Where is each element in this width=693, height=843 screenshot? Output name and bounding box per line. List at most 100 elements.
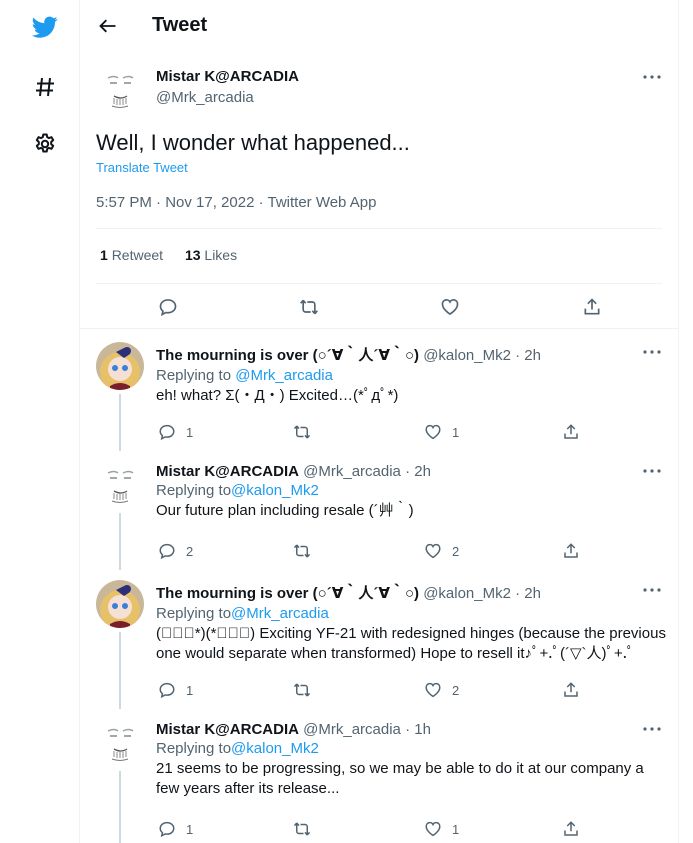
reply-tweet[interactable]: Mistar K@ARCADIA @Mrk_arcadia · 1h Replyi… bbox=[80, 707, 678, 843]
avatar-sketch-image bbox=[96, 719, 144, 767]
author-name[interactable]: The mourning is over (○´∀｀人´∀｀○) bbox=[156, 347, 419, 364]
retweet-button[interactable] bbox=[298, 295, 320, 319]
thread-line bbox=[119, 513, 121, 570]
reply-count: 1 bbox=[186, 424, 194, 440]
avatar-doll-image bbox=[96, 580, 144, 628]
reply-header: The mourning is over (○´∀｀人´∀｀○) @kalon_… bbox=[156, 344, 666, 365]
replying-prefix: Replying to bbox=[156, 740, 232, 757]
share-icon bbox=[564, 424, 578, 439]
share-icon bbox=[564, 682, 578, 697]
share-button[interactable] bbox=[562, 678, 580, 702]
reply-count: 2 bbox=[186, 543, 194, 559]
replying-to-link[interactable]: @kalon_Mk2 bbox=[231, 740, 319, 757]
share-button[interactable] bbox=[582, 295, 602, 319]
replying-to-link[interactable]: @Mrk_arcadia bbox=[231, 605, 329, 622]
like-icon bbox=[425, 424, 441, 440]
avatar[interactable] bbox=[96, 580, 144, 628]
likes-stat[interactable]: 13 Likes bbox=[185, 247, 237, 263]
reply-button[interactable]: 1 bbox=[158, 678, 193, 702]
share-button[interactable] bbox=[562, 420, 580, 444]
share-icon bbox=[584, 298, 600, 315]
replying-to-link[interactable]: @kalon_Mk2 bbox=[231, 482, 319, 499]
like-button[interactable] bbox=[440, 295, 460, 319]
like-button[interactable]: 2 bbox=[424, 678, 459, 702]
divider bbox=[96, 228, 662, 229]
translate-tweet-link[interactable]: Translate Tweet bbox=[96, 160, 188, 175]
like-count: 2 bbox=[452, 682, 460, 698]
author-handle-time[interactable]: @kalon_Mk2 · 2h bbox=[423, 347, 541, 364]
explore-button[interactable] bbox=[28, 70, 62, 104]
like-count: 1 bbox=[452, 424, 460, 440]
retweet-icon bbox=[293, 822, 311, 836]
replying-prefix: Replying to bbox=[156, 605, 232, 622]
retweet-icon bbox=[293, 683, 311, 697]
replying-to: Replying to@kalon_Mk2 bbox=[156, 482, 666, 499]
reply-button[interactable]: 2 bbox=[158, 539, 193, 563]
reply-count: 1 bbox=[186, 682, 194, 698]
reply-tweet[interactable]: The mourning is over (○´∀｀人´∀｀○) @kalon_… bbox=[80, 330, 678, 451]
author-handle-time[interactable]: @Mrk_arcadia · 2h bbox=[303, 463, 431, 480]
replying-prefix: Replying to bbox=[156, 367, 232, 384]
reply-text: Our future plan including resale (´艸｀) bbox=[156, 502, 414, 519]
more-button[interactable] bbox=[640, 65, 664, 89]
reply-button[interactable] bbox=[158, 295, 178, 319]
author-handle[interactable]: @Mrk_arcadia bbox=[156, 89, 299, 106]
retweet-button[interactable] bbox=[292, 539, 322, 563]
reply-button[interactable]: 1 bbox=[158, 420, 193, 444]
like-button[interactable]: 1 bbox=[424, 817, 459, 841]
reply-icon bbox=[159, 821, 175, 838]
avatar[interactable] bbox=[96, 719, 144, 767]
retweet-button[interactable] bbox=[292, 817, 322, 841]
reply-button[interactable]: 1 bbox=[158, 817, 193, 841]
thread-line bbox=[119, 771, 121, 843]
main-actions bbox=[80, 292, 678, 332]
author-name[interactable]: Mistar K@ARCADIA bbox=[156, 721, 299, 738]
retweets-stat[interactable]: 1 Retweet bbox=[100, 247, 163, 263]
like-button[interactable]: 2 bbox=[424, 539, 459, 563]
retweet-button[interactable] bbox=[292, 678, 322, 702]
page-title: Tweet bbox=[152, 14, 208, 36]
author-name[interactable]: Mistar K@ARCADIA bbox=[156, 463, 299, 480]
author-name[interactable]: The mourning is over (○´∀｀人´∀｀○) bbox=[156, 585, 419, 602]
retweet-icon bbox=[300, 299, 318, 315]
share-button[interactable] bbox=[562, 817, 580, 841]
replying-prefix: Replying to bbox=[156, 482, 232, 499]
twitter-home-button[interactable] bbox=[28, 10, 62, 44]
avatar[interactable] bbox=[96, 66, 144, 114]
replying-to: Replying to @Mrk_arcadia bbox=[156, 367, 666, 384]
column-border bbox=[678, 0, 679, 843]
author-handle-time[interactable]: @kalon_Mk2 · 2h bbox=[423, 585, 541, 602]
reply-header: The mourning is over (○´∀｀人´∀｀○) @kalon_… bbox=[156, 582, 666, 603]
tweet-meta[interactable]: 5:57 PM · Nov 17, 2022 · Twitter Web App bbox=[96, 194, 376, 211]
reply-tweet[interactable]: The mourning is over (○´∀｀人´∀｀○) @kalon_… bbox=[80, 568, 678, 709]
reply-text: 21 seems to be progressing, so we may be… bbox=[156, 760, 644, 797]
reply-tweet[interactable]: Mistar K@ARCADIA @Mrk_arcadia · 2h Replyi… bbox=[80, 449, 678, 570]
reply-text: (ﾟ∀ﾟ*)(*ﾟ∀ﾟ) Exciting YF-21 with redesig… bbox=[156, 625, 666, 662]
back-button[interactable] bbox=[94, 12, 122, 40]
replying-to-link[interactable]: @Mrk_arcadia bbox=[235, 367, 333, 384]
retweet-button[interactable] bbox=[292, 420, 322, 444]
like-button[interactable]: 1 bbox=[424, 420, 459, 444]
back-arrow-icon bbox=[99, 19, 116, 33]
share-button[interactable] bbox=[562, 539, 580, 563]
author-handle-time[interactable]: @Mrk_arcadia · 1h bbox=[303, 721, 431, 738]
share-icon bbox=[564, 543, 578, 558]
sidebar bbox=[0, 0, 80, 843]
avatar[interactable] bbox=[96, 342, 144, 390]
avatar[interactable] bbox=[96, 461, 144, 509]
like-icon bbox=[425, 821, 441, 837]
like-count: 2 bbox=[452, 543, 460, 559]
gear-icon bbox=[35, 133, 55, 153]
retweet-icon bbox=[293, 425, 311, 439]
avatar-sketch-image bbox=[96, 461, 144, 509]
reply-header: Mistar K@ARCADIA @Mrk_arcadia · 1h bbox=[156, 721, 666, 738]
more-icon bbox=[643, 75, 661, 79]
reply-header: Mistar K@ARCADIA @Mrk_arcadia · 2h bbox=[156, 463, 666, 480]
author-name[interactable]: Mistar K@ARCADIA bbox=[156, 68, 299, 85]
reply-icon bbox=[159, 424, 175, 441]
reply-icon bbox=[159, 682, 175, 699]
replying-to: Replying to@kalon_Mk2 bbox=[156, 740, 666, 757]
thread-line bbox=[119, 632, 121, 709]
settings-button[interactable] bbox=[28, 127, 62, 161]
retweets-count: 1 bbox=[100, 247, 108, 263]
